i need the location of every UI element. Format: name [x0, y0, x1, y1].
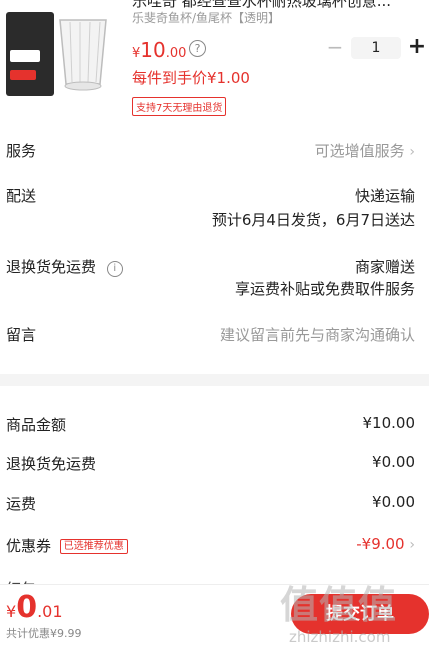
total-decimal: .01 — [37, 602, 63, 621]
delivery-label: 配送 — [6, 187, 37, 205]
quantity-input[interactable]: 1 — [351, 37, 401, 59]
shipping-fee-value: ¥0.00 — [372, 493, 415, 511]
hand-price: 每件到手价¥1.00 — [132, 69, 250, 87]
quantity-minus-button[interactable]: − — [326, 36, 344, 58]
total-currency: ¥ — [6, 602, 17, 621]
return-fee-label: 退换货免运费 — [6, 455, 97, 473]
coupon-label-text: 优惠券 — [6, 537, 52, 555]
service-value: 可选增值服务 — [314, 142, 405, 160]
thumbnail-price-tag — [10, 70, 36, 80]
message-label: 留言 — [6, 326, 37, 344]
product-price: ¥10.00 — [132, 38, 186, 66]
return-policy-badge: 支持7天无理由退货 — [132, 97, 227, 116]
product-thumbnail[interactable] — [6, 12, 54, 96]
service-row[interactable]: 可选增值服务 › — [315, 140, 415, 161]
coupon-tag: 已选推荐优惠 — [59, 539, 128, 554]
glass-image — [59, 19, 107, 91]
return-fee-value: ¥0.00 — [372, 453, 415, 471]
total-price: ¥0.01 — [6, 590, 63, 625]
coupon-label: 优惠券 已选推荐优惠 — [6, 535, 128, 556]
quantity-plus-button[interactable]: + — [407, 35, 427, 59]
goods-amount-value: ¥10.00 — [362, 414, 416, 432]
return-shipping-sub: 享运费补贴或免费取件服务 — [234, 280, 415, 298]
message-input[interactable]: 建议留言前先与商家沟通确认 — [220, 324, 415, 345]
delivery-method[interactable]: 快递运输 — [355, 185, 415, 206]
thumbnail-label — [10, 50, 40, 62]
coupon-value: -¥9.00 — [356, 535, 405, 553]
return-shipping-value: 商家赠送 — [354, 258, 415, 276]
return-info-icon[interactable]: i — [106, 261, 123, 277]
goods-amount-label: 商品金额 — [6, 416, 67, 434]
return-shipping-label: 退换货免运费 i — [6, 256, 123, 277]
return-shipping-text: 退换货免运费 — [6, 258, 97, 276]
shipping-fee-label: 运费 — [6, 495, 37, 513]
watermark-url: zhizhizhi.com — [289, 628, 391, 646]
price-int: 10 — [140, 38, 166, 62]
price-info-icon[interactable]: ? — [189, 40, 206, 57]
total-saved: 共计优惠¥9.99 — [6, 627, 82, 640]
delivery-estimate: 预计6月4日发货，6月7日送达 — [211, 211, 415, 229]
service-label: 服务 — [6, 142, 37, 160]
section-divider — [0, 374, 429, 386]
product-spec[interactable]: 乐斐奇鱼杯/鱼尾杯【透明】 — [132, 9, 280, 26]
coupon-row[interactable]: -¥9.00 › — [356, 535, 415, 553]
total-int: 0 — [16, 590, 38, 625]
chevron-right-icon: › — [409, 144, 415, 160]
watermark: 值值值 — [280, 583, 398, 627]
chevron-right-icon: › — [409, 537, 415, 553]
price-decimal: .00 — [165, 46, 187, 61]
